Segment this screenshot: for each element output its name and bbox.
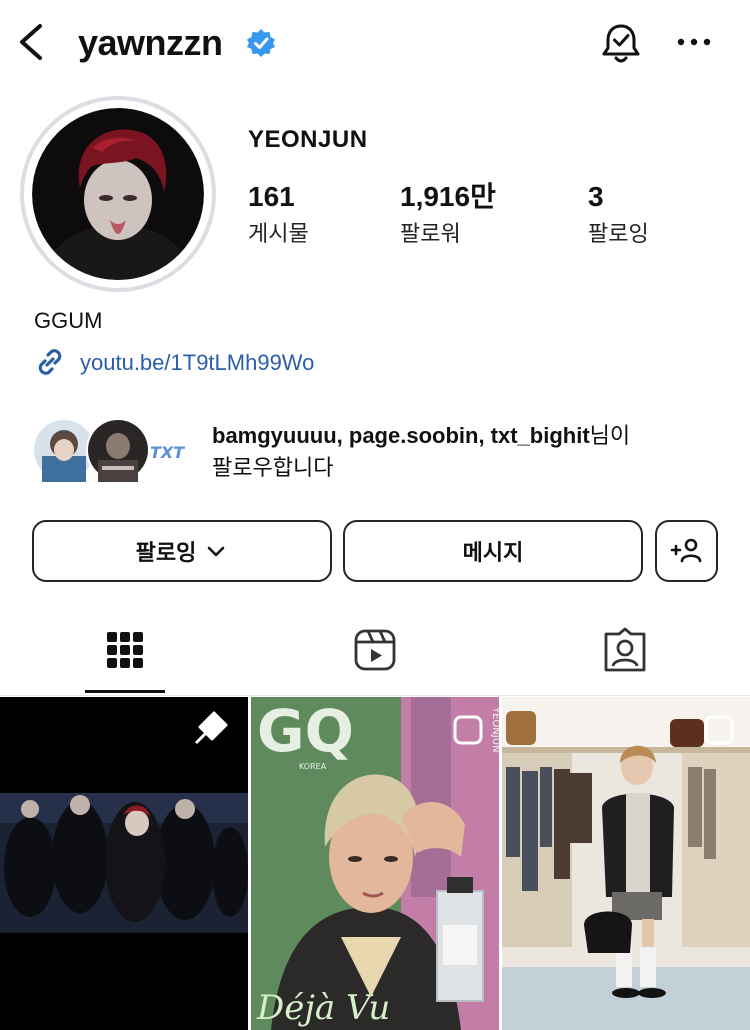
link-icon xyxy=(38,349,62,375)
profile-username: yawnzzn xyxy=(78,22,223,63)
mutual-follower-avatars[interactable]: TXT xyxy=(32,416,192,486)
notification-bell-icon[interactable] xyxy=(598,20,644,66)
verified-badge-icon xyxy=(247,29,275,57)
message-button[interactable]: 메시지 xyxy=(343,520,643,582)
message-button-label: 메시지 xyxy=(462,540,524,565)
mutual-line2: 팔로우합니다 xyxy=(212,455,334,480)
posts-stat[interactable]: 161 게시물 xyxy=(248,182,309,248)
tile-gq-side: YEONJUN xyxy=(490,706,499,753)
display-name: YEONJUN xyxy=(248,126,368,153)
post-tile[interactable] xyxy=(0,697,248,1030)
back-icon[interactable] xyxy=(14,22,50,62)
followers-stat[interactable]: 1,916만 팔로워 xyxy=(400,182,496,248)
following-count: 3 xyxy=(588,181,604,212)
following-button[interactable]: 팔로잉 xyxy=(32,520,332,582)
tile-gq-masthead: GQ xyxy=(257,697,354,765)
tile-gq-sub: KOREA xyxy=(299,762,327,771)
profile-link[interactable]: youtu.be/1T9tLMh99Wo xyxy=(80,350,314,376)
posts-grid-icon[interactable] xyxy=(101,626,149,674)
tagged-icon[interactable] xyxy=(601,626,649,674)
posts-label: 게시물 xyxy=(248,221,309,246)
post-tile[interactable]: GQ KOREA YEONJUN Déjà Vu xyxy=(251,697,499,1030)
mutual-suffix: 님이 xyxy=(589,423,631,448)
avatar[interactable] xyxy=(32,108,204,280)
posts-count: 161 xyxy=(248,181,295,212)
reels-icon[interactable] xyxy=(351,626,399,674)
bio-text: GGUM xyxy=(34,308,103,333)
tabs-divider xyxy=(0,695,750,696)
mutual-followers-text[interactable]: bamgyuuuu, page.soobin, txt_bighit님이팔로우합… xyxy=(212,420,732,484)
chevron-down-icon xyxy=(208,546,225,557)
following-stat[interactable]: 3 팔로잉 xyxy=(588,182,649,248)
tile-gq-caption: Déjà Vu xyxy=(256,988,390,1028)
following-label: 팔로잉 xyxy=(588,221,649,246)
add-person-icon xyxy=(670,538,701,563)
more-options-icon[interactable] xyxy=(672,20,716,64)
suggest-users-button[interactable] xyxy=(655,520,718,582)
followers-count: 1,916만 xyxy=(400,181,496,212)
txt-logo-text: TXT xyxy=(150,443,185,462)
mutual-names: bamgyuuuu, page.soobin, txt_bighit xyxy=(212,423,590,448)
post-tile[interactable] xyxy=(502,697,750,1030)
active-tab-indicator xyxy=(85,690,165,693)
followers-label: 팔로워 xyxy=(400,221,461,246)
following-button-label: 팔로잉 xyxy=(135,540,197,565)
